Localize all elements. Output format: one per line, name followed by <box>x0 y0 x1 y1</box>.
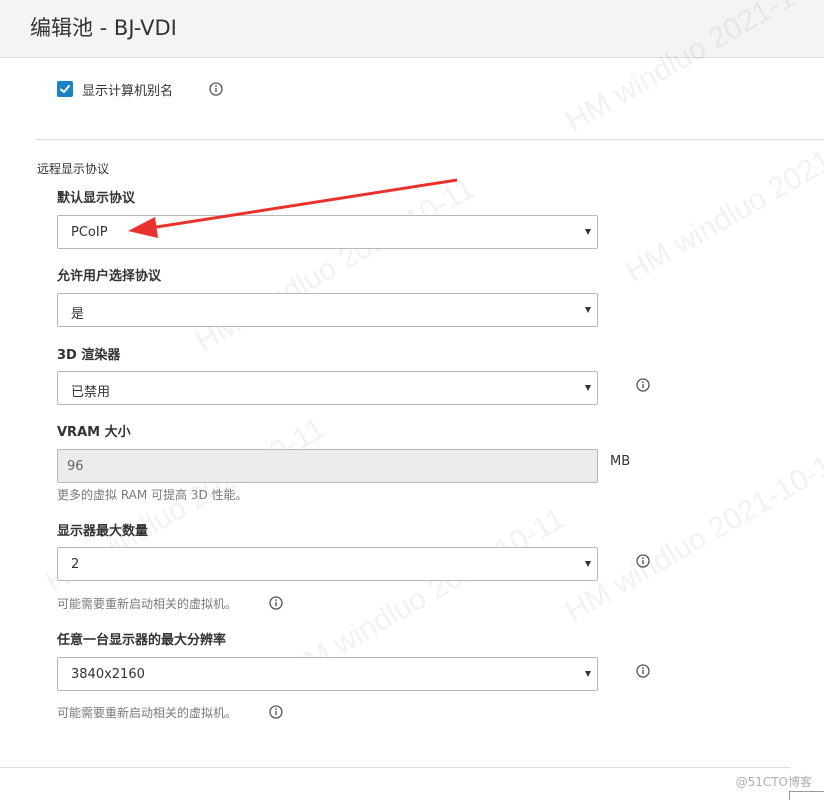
chevron-down-icon <box>585 385 591 391</box>
chevron-down-icon <box>585 307 591 313</box>
info-icon[interactable] <box>209 82 223 96</box>
vram-hint: 更多的虚拟 RAM 可提高 3D 性能。 <box>57 488 248 502</box>
allow-choose-label: 允许用户选择协议 <box>57 269 162 284</box>
section-title: 远程显示协议 <box>37 162 110 176</box>
dialog-header: 编辑池 - BJ-VDI <box>0 0 824 58</box>
max-monitors-select[interactable]: 2 <box>57 547 598 581</box>
info-icon[interactable] <box>269 596 283 610</box>
max-resolution-select[interactable]: 3840x2160 <box>57 657 598 691</box>
renderer-select[interactable]: 已禁用 <box>57 371 598 405</box>
vram-unit: MB <box>610 454 631 469</box>
chevron-down-icon <box>585 561 591 567</box>
info-icon[interactable] <box>269 705 283 719</box>
max-monitors-value: 2 <box>71 557 80 572</box>
info-icon[interactable] <box>636 664 650 678</box>
bottom-divider <box>0 767 790 768</box>
watermark: HM windluo 2021-10-11 <box>620 101 824 289</box>
show-alias-label: 显示计算机别名 <box>82 84 174 99</box>
vram-input: 96 <box>57 449 598 483</box>
vram-value: 96 <box>67 459 84 474</box>
check-icon <box>60 85 70 93</box>
allow-choose-value: 是 <box>71 307 85 322</box>
protocol-select[interactable]: PCoIP <box>57 215 598 249</box>
renderer-label: 3D 渲染器 <box>57 348 121 363</box>
corner-button[interactable] <box>789 791 824 800</box>
max-monitors-hint: 可能需要重新启动相关的虚拟机。 <box>57 597 238 611</box>
vram-label: VRAM 大小 <box>57 425 131 440</box>
info-icon[interactable] <box>636 378 650 392</box>
watermark: HM windluo 2021-10-11 <box>190 171 481 359</box>
chevron-down-icon <box>585 671 591 677</box>
watermark: HM windluo 2021-10-11 <box>560 441 824 629</box>
protocol-label: 默认显示协议 <box>57 191 136 206</box>
renderer-value: 已禁用 <box>71 385 111 400</box>
info-icon[interactable] <box>636 554 650 568</box>
max-resolution-hint: 可能需要重新启动相关的虚拟机。 <box>57 706 238 720</box>
max-resolution-value: 3840x2160 <box>71 667 145 682</box>
allow-choose-select[interactable]: 是 <box>57 293 598 327</box>
source-watermark: @51CTO博客 <box>735 775 812 789</box>
section-divider <box>35 139 824 140</box>
max-monitors-label: 显示器最大数量 <box>57 524 149 539</box>
protocol-value: PCoIP <box>71 225 108 240</box>
max-resolution-label: 任意一台显示器的最大分辨率 <box>57 633 227 648</box>
chevron-down-icon <box>585 229 591 235</box>
dialog-title: 编辑池 - BJ-VDI <box>30 16 177 40</box>
show-alias-checkbox[interactable] <box>57 81 73 97</box>
